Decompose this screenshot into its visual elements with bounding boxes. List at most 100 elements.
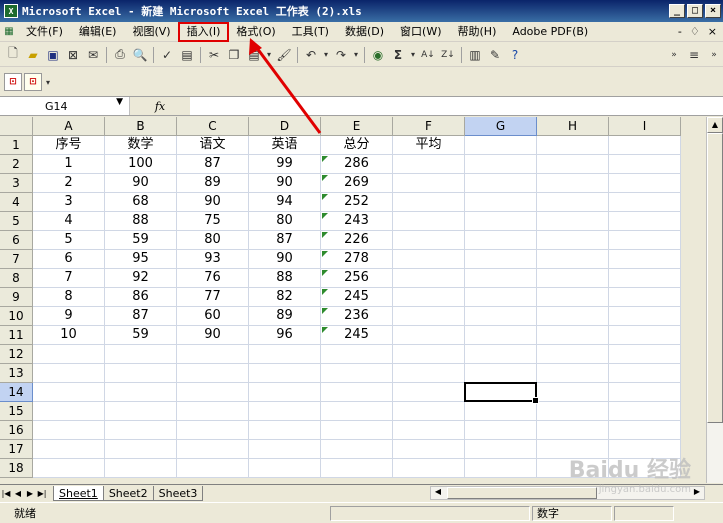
cell-b17[interactable] (105, 440, 177, 459)
cell-g8[interactable] (465, 269, 537, 288)
cell-d14[interactable] (249, 383, 321, 402)
cell-f17[interactable] (393, 440, 465, 459)
cell-d7[interactable]: 90 (249, 250, 321, 269)
toolbar-options-icon-2[interactable]: » (705, 46, 723, 64)
cell-c4[interactable]: 90 (177, 193, 249, 212)
cell-a18[interactable] (33, 459, 105, 478)
paste-dropdown-icon[interactable]: ▾ (265, 46, 273, 64)
undo-icon[interactable]: ↶ (302, 46, 320, 64)
cell-a10[interactable]: 9 (33, 307, 105, 326)
column-header-b[interactable]: B (105, 117, 177, 136)
row-header-5[interactable]: 5 (0, 212, 33, 231)
print-preview-icon[interactable]: 🔍 (131, 46, 149, 64)
doc-minimize-button[interactable]: - (678, 25, 682, 38)
cell-f5[interactable] (393, 212, 465, 231)
new-icon[interactable]: 🗋 (4, 46, 22, 64)
scroll-right-icon[interactable]: ▶ (690, 487, 704, 499)
cell-e11[interactable]: 245 (321, 326, 393, 345)
row-header-1[interactable]: 1 (0, 136, 33, 155)
cell-f10[interactable] (393, 307, 465, 326)
cell-i13[interactable] (609, 364, 681, 383)
cell-e18[interactable] (321, 459, 393, 478)
cell-a6[interactable]: 5 (33, 231, 105, 250)
open-icon[interactable]: ▰ (24, 46, 42, 64)
close-button[interactable]: × (705, 4, 721, 18)
cell-h1[interactable] (537, 136, 609, 155)
cell-c6[interactable]: 80 (177, 231, 249, 250)
column-header-d[interactable]: D (249, 117, 321, 136)
cell-c18[interactable] (177, 459, 249, 478)
cell-b5[interactable]: 88 (105, 212, 177, 231)
cell-h11[interactable] (537, 326, 609, 345)
row-header-8[interactable]: 8 (0, 269, 33, 288)
email-icon[interactable]: ✉ (84, 46, 102, 64)
cell-g3[interactable] (465, 174, 537, 193)
cell-g10[interactable] (465, 307, 537, 326)
column-header-h[interactable]: H (537, 117, 609, 136)
cell-f11[interactable] (393, 326, 465, 345)
cell-d4[interactable]: 94 (249, 193, 321, 212)
row-header-6[interactable]: 6 (0, 231, 33, 250)
cell-h5[interactable] (537, 212, 609, 231)
menu-format[interactable]: 格式(O) (228, 23, 283, 41)
cell-b12[interactable] (105, 345, 177, 364)
menu-file[interactable]: 文件(F) (18, 23, 71, 41)
cell-b8[interactable]: 92 (105, 269, 177, 288)
cell-h15[interactable] (537, 402, 609, 421)
sheet-tab-1[interactable]: Sheet1 (53, 485, 104, 501)
cell-e5[interactable]: 243 (321, 212, 393, 231)
cell-f14[interactable] (393, 383, 465, 402)
cell-f15[interactable] (393, 402, 465, 421)
cell-g2[interactable] (465, 155, 537, 174)
cell-a16[interactable] (33, 421, 105, 440)
row-header-15[interactable]: 15 (0, 402, 33, 421)
cell-h12[interactable] (537, 345, 609, 364)
cell-c16[interactable] (177, 421, 249, 440)
cell-g4[interactable] (465, 193, 537, 212)
cell-g15[interactable] (465, 402, 537, 421)
cell-a3[interactable]: 2 (33, 174, 105, 193)
cell-i8[interactable] (609, 269, 681, 288)
vertical-scrollbar[interactable]: ▲ (706, 117, 723, 483)
cell-e17[interactable] (321, 440, 393, 459)
cell-f8[interactable] (393, 269, 465, 288)
autosum-icon[interactable]: Σ (389, 46, 407, 64)
cell-e7[interactable]: 278 (321, 250, 393, 269)
scroll-thumb[interactable] (707, 133, 723, 423)
cell-g18[interactable] (465, 459, 537, 478)
cell-f7[interactable] (393, 250, 465, 269)
cell-c14[interactable] (177, 383, 249, 402)
menu-insert[interactable]: 插入(I) (177, 21, 230, 42)
cell-d6[interactable]: 87 (249, 231, 321, 250)
cell-g7[interactable] (465, 250, 537, 269)
cell-h10[interactable] (537, 307, 609, 326)
cell-d1[interactable]: 英语 (249, 136, 321, 155)
row-header-14[interactable]: 14 (0, 383, 33, 402)
cell-g17[interactable] (465, 440, 537, 459)
cell-a2[interactable]: 1 (33, 155, 105, 174)
cell-d3[interactable]: 90 (249, 174, 321, 193)
cell-h9[interactable] (537, 288, 609, 307)
cell-e8[interactable]: 256 (321, 269, 393, 288)
cell-e13[interactable] (321, 364, 393, 383)
cell-e3[interactable]: 269 (321, 174, 393, 193)
column-header-f[interactable]: F (393, 117, 465, 136)
row-header-4[interactable]: 4 (0, 193, 33, 212)
cell-e10[interactable]: 236 (321, 307, 393, 326)
sort-descending-icon[interactable]: Z↓ (439, 46, 457, 64)
cell-h16[interactable] (537, 421, 609, 440)
cell-b11[interactable]: 59 (105, 326, 177, 345)
cell-c5[interactable]: 75 (177, 212, 249, 231)
cell-a8[interactable]: 7 (33, 269, 105, 288)
sheet-tab-2[interactable]: Sheet2 (102, 485, 154, 501)
cell-i14[interactable] (609, 383, 681, 402)
cell-h14[interactable] (537, 383, 609, 402)
cell-b7[interactable]: 95 (105, 250, 177, 269)
excel-app-icon[interactable]: X (4, 4, 18, 18)
cell-d10[interactable]: 89 (249, 307, 321, 326)
menu-window[interactable]: 窗口(W) (392, 23, 449, 41)
cell-g13[interactable] (465, 364, 537, 383)
column-header-g[interactable]: G (465, 117, 537, 136)
cell-e15[interactable] (321, 402, 393, 421)
insert-function-icon[interactable]: fx (130, 97, 190, 115)
